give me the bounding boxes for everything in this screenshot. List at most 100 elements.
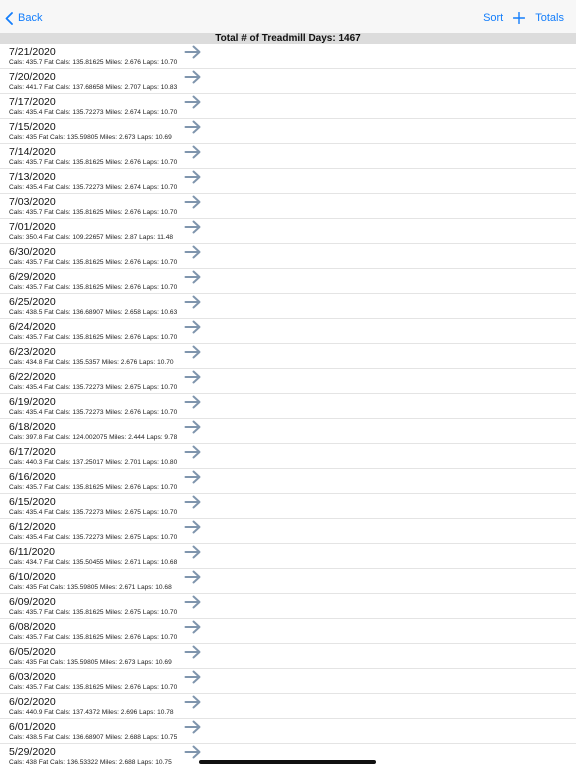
arrow-right-icon[interactable] xyxy=(184,444,202,460)
arrow-right-icon[interactable] xyxy=(184,644,202,660)
arrow-right-icon[interactable] xyxy=(184,319,202,335)
list-item[interactable]: 6/16/2020 Cals: 435.7 Fat Cals: 135.81625… xyxy=(0,469,576,494)
sort-button[interactable]: Sort xyxy=(483,12,503,24)
arrow-right-icon[interactable] xyxy=(184,494,202,510)
row-detail: Cals: 441.7 Fat Cals: 137.68658 Miles: 2… xyxy=(9,84,178,91)
row-date: 6/24/2020 xyxy=(9,321,56,333)
totals-button[interactable]: Totals xyxy=(535,12,564,24)
list-item[interactable]: 6/03/2020 Cals: 435.7 Fat Cals: 135.81625… xyxy=(0,669,576,694)
arrow-right-icon[interactable] xyxy=(184,619,202,635)
arrow-right-icon[interactable] xyxy=(184,44,202,60)
list-item[interactable]: 6/23/2020 Cals: 434.8 Fat Cals: 135.5357 … xyxy=(0,344,576,369)
list-item[interactable]: 7/14/2020 Cals: 435.7 Fat Cals: 135.81625… xyxy=(0,144,576,169)
arrow-right-icon[interactable] xyxy=(184,694,202,710)
navigation-bar: Back Sort Totals xyxy=(0,0,576,33)
row-detail: Cals: 435.7 Fat Cals: 135.81625 Miles: 2… xyxy=(9,609,178,616)
list-item[interactable]: 7/21/2020 Cals: 435.7 Fat Cals: 135.81625… xyxy=(0,44,576,69)
row-detail: Cals: 434.7 Fat Cals: 135.50455 Miles: 2… xyxy=(9,559,178,566)
navbar-actions: Sort Totals xyxy=(483,9,564,27)
list-item[interactable]: 6/29/2020 Cals: 435.7 Fat Cals: 135.81625… xyxy=(0,269,576,294)
row-detail: Cals: 435 Fat Cals: 135.59805 Miles: 2.6… xyxy=(9,584,172,591)
list-item[interactable]: 6/10/2020 Cals: 435 Fat Cals: 135.59805 M… xyxy=(0,569,576,594)
list-item[interactable]: 6/17/2020 Cals: 440.3 Fat Cals: 137.25017… xyxy=(0,444,576,469)
list-item[interactable]: 6/24/2020 Cals: 435.7 Fat Cals: 135.81625… xyxy=(0,319,576,344)
arrow-right-icon[interactable] xyxy=(184,244,202,260)
row-date: 6/09/2020 xyxy=(9,596,56,608)
home-indicator[interactable] xyxy=(199,760,376,764)
row-detail: Cals: 435.7 Fat Cals: 135.81625 Miles: 2… xyxy=(9,284,178,291)
arrow-right-icon[interactable] xyxy=(184,469,202,485)
arrow-right-icon[interactable] xyxy=(184,119,202,135)
arrow-right-icon[interactable] xyxy=(184,419,202,435)
list-item[interactable]: 6/15/2020 Cals: 435.4 Fat Cals: 135.72273… xyxy=(0,494,576,519)
list-item[interactable]: 6/01/2020 Cals: 438.5 Fat Cals: 136.68907… xyxy=(0,719,576,744)
row-detail: Cals: 435.4 Fat Cals: 135.72273 Miles: 2… xyxy=(9,509,178,516)
list-item[interactable]: 6/08/2020 Cals: 435.7 Fat Cals: 135.81625… xyxy=(0,619,576,644)
arrow-right-icon[interactable] xyxy=(184,669,202,685)
row-detail: Cals: 435.4 Fat Cals: 135.72273 Miles: 2… xyxy=(9,184,178,191)
list-item[interactable]: 6/12/2020 Cals: 435.4 Fat Cals: 135.72273… xyxy=(0,519,576,544)
chevron-left-icon xyxy=(5,11,13,25)
arrow-right-icon[interactable] xyxy=(184,594,202,610)
arrow-right-icon[interactable] xyxy=(184,69,202,85)
list-item[interactable]: 6/22/2020 Cals: 435.4 Fat Cals: 135.72273… xyxy=(0,369,576,394)
arrow-right-icon[interactable] xyxy=(184,194,202,210)
list-item[interactable]: 5/29/2020 Cals: 438 Fat Cals: 136.53322 M… xyxy=(0,744,576,768)
row-date: 7/13/2020 xyxy=(9,171,56,183)
list-item[interactable]: 6/09/2020 Cals: 435.7 Fat Cals: 135.81625… xyxy=(0,594,576,619)
row-date: 6/15/2020 xyxy=(9,496,56,508)
row-date: 6/19/2020 xyxy=(9,396,56,408)
arrow-right-icon[interactable] xyxy=(184,569,202,585)
row-date: 6/23/2020 xyxy=(9,346,56,358)
list-item[interactable]: 6/02/2020 Cals: 440.9 Fat Cals: 137.4372 … xyxy=(0,694,576,719)
treadmill-day-list[interactable]: 7/21/2020 Cals: 435.7 Fat Cals: 135.81625… xyxy=(0,44,576,768)
row-detail: Cals: 435.7 Fat Cals: 135.81625 Miles: 2… xyxy=(9,684,178,691)
row-date: 7/01/2020 xyxy=(9,221,56,233)
row-date: 7/21/2020 xyxy=(9,46,56,58)
list-item[interactable]: 6/18/2020 Cals: 397.8 Fat Cals: 124.00207… xyxy=(0,419,576,444)
arrow-right-icon[interactable] xyxy=(184,269,202,285)
arrow-right-icon[interactable] xyxy=(184,719,202,735)
list-item[interactable]: 6/05/2020 Cals: 435 Fat Cals: 135.59805 M… xyxy=(0,644,576,669)
arrow-right-icon[interactable] xyxy=(184,144,202,160)
arrow-right-icon[interactable] xyxy=(184,294,202,310)
row-date: 7/03/2020 xyxy=(9,196,56,208)
back-button[interactable]: Back xyxy=(5,9,42,27)
arrow-right-icon[interactable] xyxy=(184,369,202,385)
row-detail: Cals: 435.4 Fat Cals: 135.72273 Miles: 2… xyxy=(9,384,178,391)
row-date: 5/29/2020 xyxy=(9,746,56,758)
row-date: 7/14/2020 xyxy=(9,146,56,158)
row-detail: Cals: 435.7 Fat Cals: 135.81625 Miles: 2… xyxy=(9,634,178,641)
row-detail: Cals: 440.3 Fat Cals: 137.25017 Miles: 2… xyxy=(9,459,178,466)
list-item[interactable]: 6/25/2020 Cals: 438.5 Fat Cals: 136.68907… xyxy=(0,294,576,319)
row-detail: Cals: 434.8 Fat Cals: 135.5357 Miles: 2.… xyxy=(9,359,174,366)
arrow-right-icon[interactable] xyxy=(184,344,202,360)
row-date: 6/05/2020 xyxy=(9,646,56,658)
list-item[interactable]: 6/11/2020 Cals: 434.7 Fat Cals: 135.50455… xyxy=(0,544,576,569)
arrow-right-icon[interactable] xyxy=(184,544,202,560)
row-detail: Cals: 435.4 Fat Cals: 135.72273 Miles: 2… xyxy=(9,534,178,541)
arrow-right-icon[interactable] xyxy=(184,169,202,185)
row-date: 6/02/2020 xyxy=(9,696,56,708)
arrow-right-icon[interactable] xyxy=(184,519,202,535)
row-detail: Cals: 435.7 Fat Cals: 135.81625 Miles: 2… xyxy=(9,259,178,266)
arrow-right-icon[interactable] xyxy=(184,219,202,235)
row-detail: Cals: 435.7 Fat Cals: 135.81625 Miles: 2… xyxy=(9,159,178,166)
row-date: 6/12/2020 xyxy=(9,521,56,533)
list-item[interactable]: 7/01/2020 Cals: 350.4 Fat Cals: 109.22657… xyxy=(0,219,576,244)
row-detail: Cals: 438.5 Fat Cals: 136.68907 Miles: 2… xyxy=(9,309,178,316)
add-button[interactable] xyxy=(513,12,526,24)
list-item[interactable]: 7/03/2020 Cals: 435.7 Fat Cals: 135.81625… xyxy=(0,194,576,219)
list-item[interactable]: 7/13/2020 Cals: 435.4 Fat Cals: 135.72273… xyxy=(0,169,576,194)
row-detail: Cals: 350.4 Fat Cals: 109.22657 Miles: 2… xyxy=(9,234,174,241)
list-item[interactable]: 6/19/2020 Cals: 435.4 Fat Cals: 135.72273… xyxy=(0,394,576,419)
arrow-right-icon[interactable] xyxy=(184,394,202,410)
arrow-right-icon[interactable] xyxy=(184,744,202,760)
list-item[interactable]: 7/15/2020 Cals: 435 Fat Cals: 135.59805 M… xyxy=(0,119,576,144)
list-item[interactable]: 6/30/2020 Cals: 435.7 Fat Cals: 135.81625… xyxy=(0,244,576,269)
list-item[interactable]: 7/17/2020 Cals: 435.4 Fat Cals: 135.72273… xyxy=(0,94,576,119)
row-detail: Cals: 438.5 Fat Cals: 136.68907 Miles: 2… xyxy=(9,734,178,741)
row-date: 6/18/2020 xyxy=(9,421,56,433)
list-item[interactable]: 7/20/2020 Cals: 441.7 Fat Cals: 137.68658… xyxy=(0,69,576,94)
arrow-right-icon[interactable] xyxy=(184,94,202,110)
